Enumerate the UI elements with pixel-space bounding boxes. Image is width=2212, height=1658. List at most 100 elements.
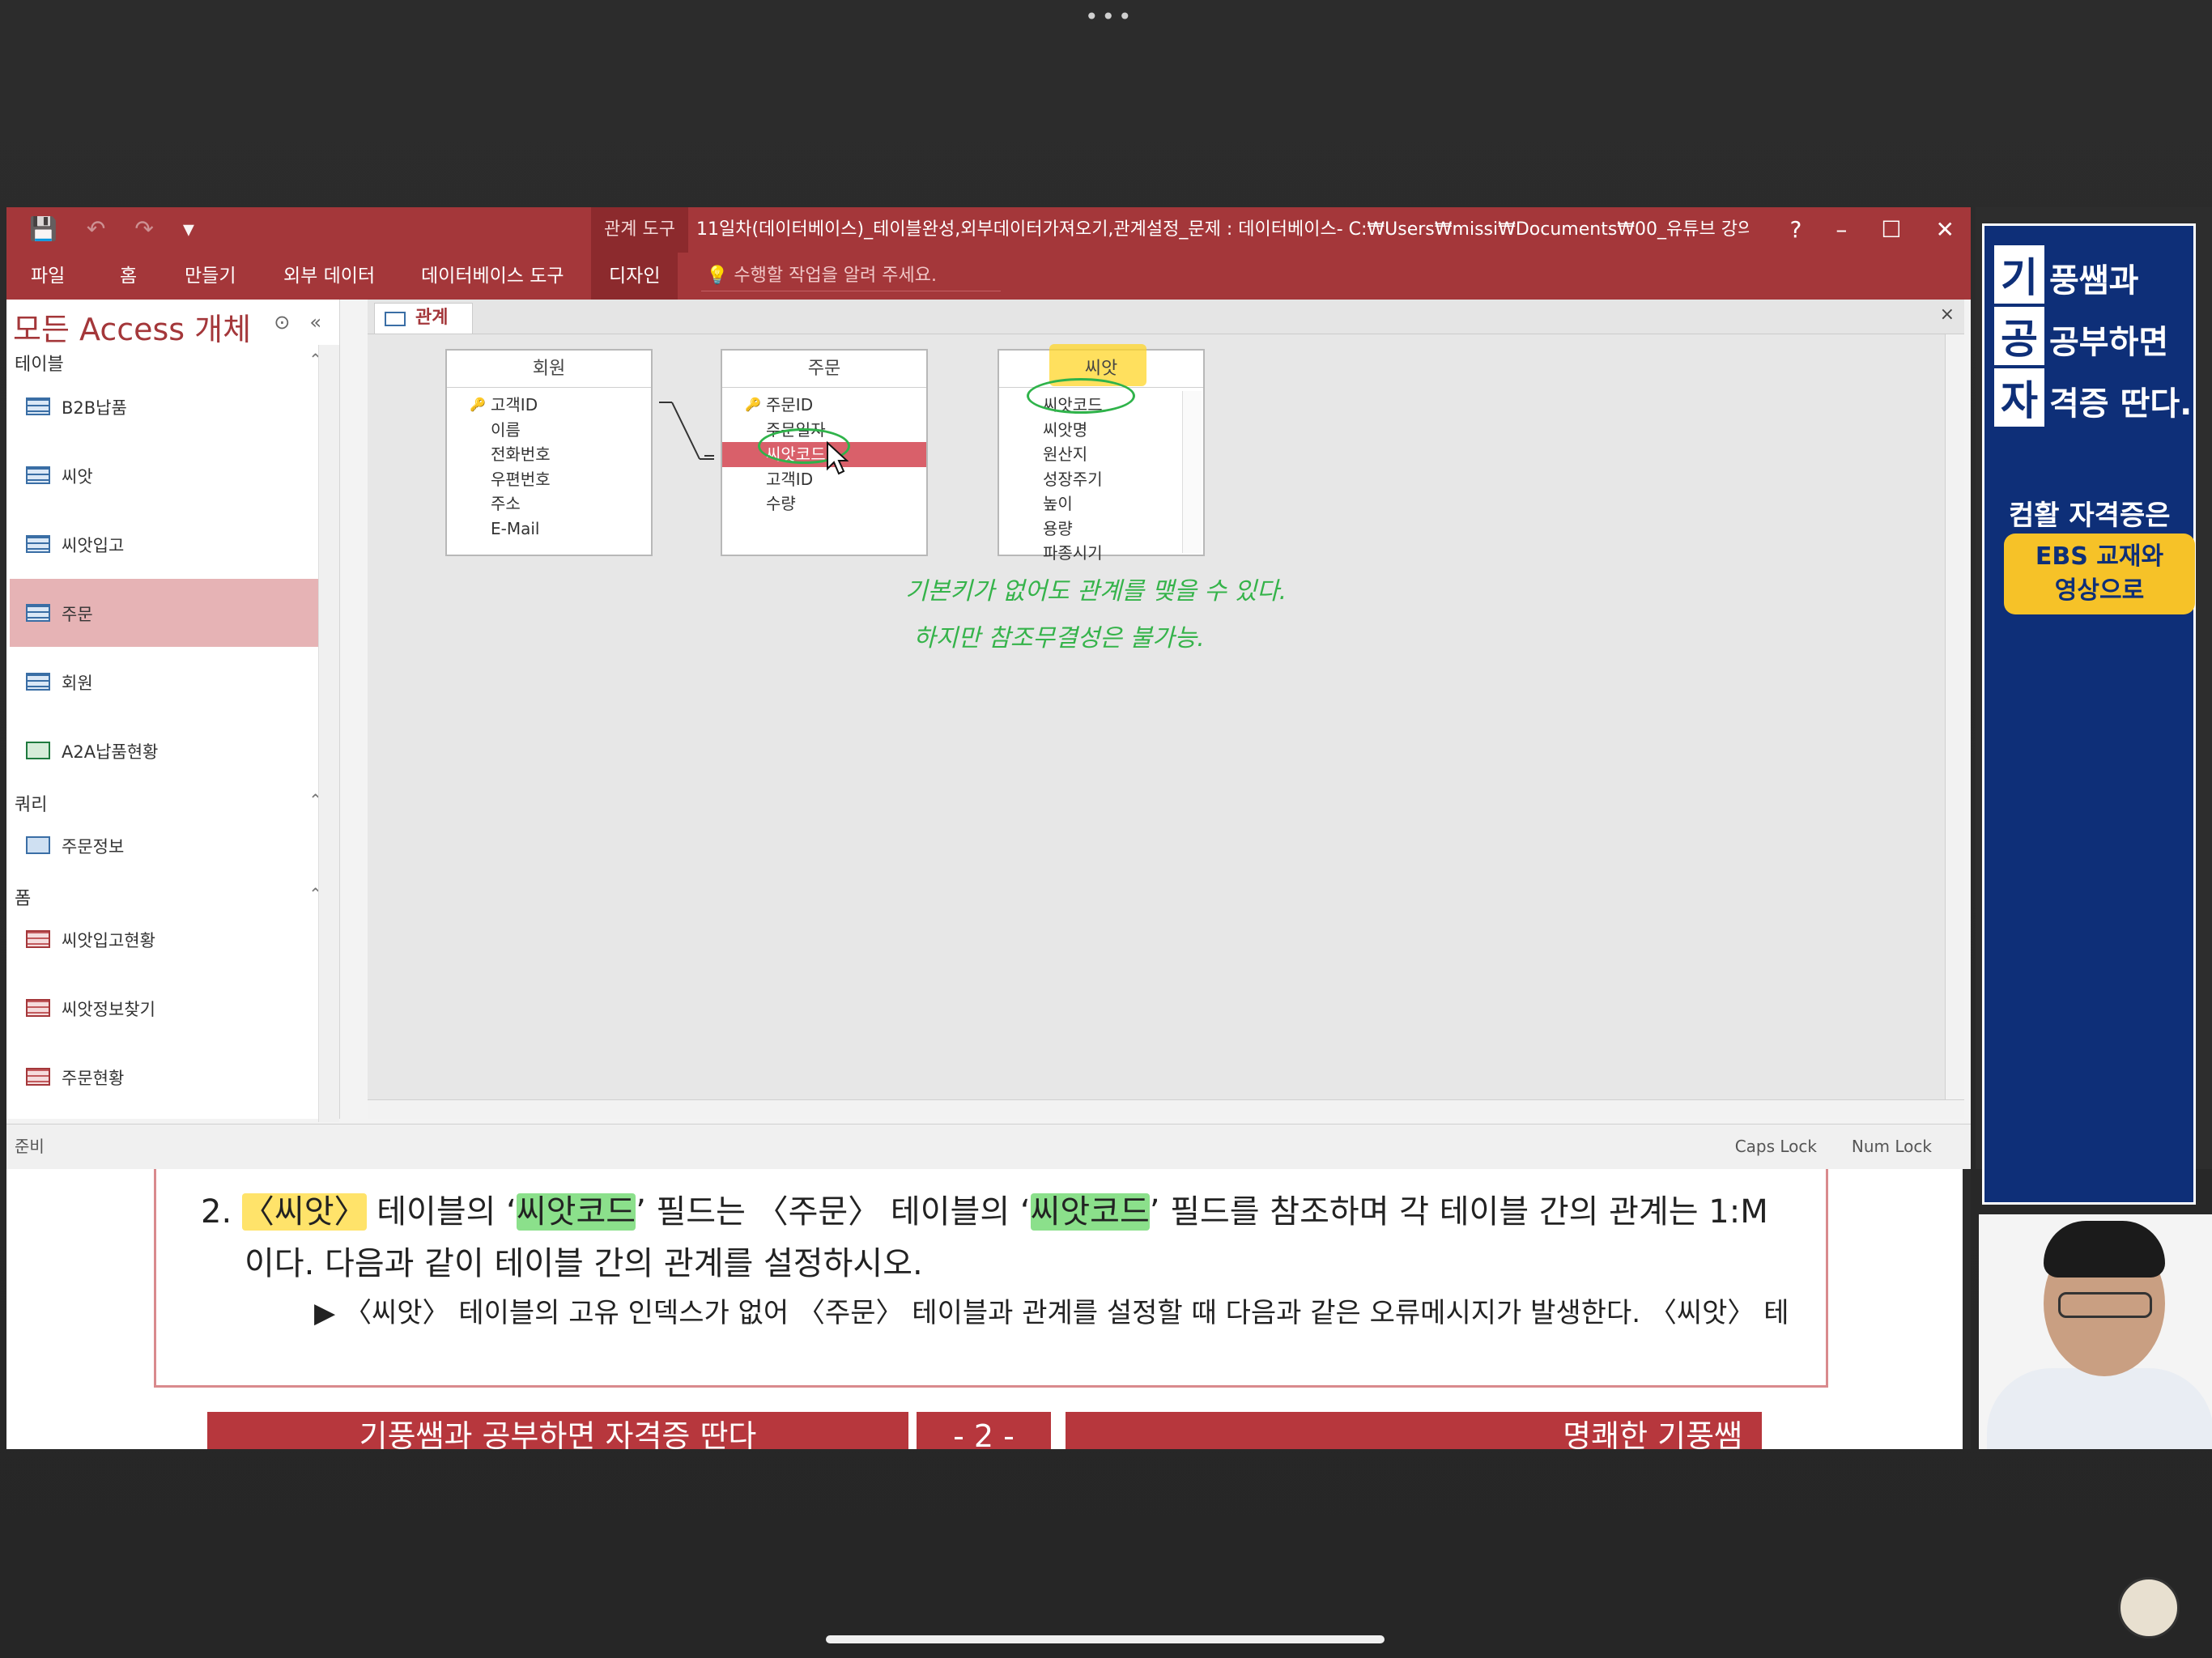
promo-text: 컴활 자격증은 — [2009, 500, 2171, 532]
presenter-body — [1987, 1368, 2212, 1449]
status-text: 준비 — [15, 1137, 45, 1156]
field-item[interactable]: 용량 — [999, 517, 1203, 542]
close-document-icon[interactable]: × — [1940, 304, 1955, 325]
help-button[interactable]: ? — [1790, 207, 1802, 253]
nav-item-seed[interactable]: 씨앗 — [10, 441, 338, 509]
nav-item-order-status[interactable]: 주문현황 — [10, 1043, 338, 1111]
tab-relationships[interactable]: 관계 — [374, 303, 474, 334]
field-item[interactable]: 고객ID — [447, 393, 651, 418]
nav-item-label: 주문현황 — [62, 1069, 125, 1088]
field-item[interactable]: 높이 — [999, 491, 1203, 517]
table-title[interactable]: 회원 — [447, 351, 651, 388]
nav-item-order-info[interactable]: 주문정보 — [10, 811, 338, 879]
presenter-hair — [2044, 1221, 2165, 1278]
nav-item-a2a[interactable]: A2A납품현황 — [10, 716, 338, 784]
caps-lock-indicator: Caps Lock — [1734, 1137, 1817, 1156]
relationship-line[interactable] — [654, 399, 719, 480]
nav-item-label: A2A납품현황 — [62, 742, 159, 762]
tab-home[interactable]: 홈 — [120, 253, 137, 300]
footer-brand: 명쾌한 기풍쌤 — [1066, 1412, 1762, 1449]
nav-item-order[interactable]: 주문 — [10, 579, 338, 647]
question-number: 2. — [201, 1193, 232, 1231]
table-member[interactable]: 회원 고객ID 이름 전화번호 우편번호 주소 E-Mail — [445, 349, 653, 556]
save-icon[interactable]: 💾 — [29, 215, 57, 242]
close-button[interactable]: ✕ — [1936, 207, 1955, 253]
field-list-scrollbar[interactable] — [1182, 391, 1202, 553]
undo-icon[interactable]: ↶ — [87, 215, 105, 242]
field-item[interactable]: 전화번호 — [447, 442, 651, 467]
tab-external-data[interactable]: 외부 데이터 — [283, 253, 375, 300]
nav-item-b2b[interactable]: B2B납품 — [10, 372, 338, 440]
num-lock-indicator: Num Lock — [1851, 1137, 1932, 1156]
nav-item-seed-stock-status[interactable]: 씨앗입고현황 — [10, 905, 338, 973]
slogan-line-1: 기 풍쌤과 — [1994, 245, 2138, 304]
status-bar: 준비 Caps Lock Num Lock — [6, 1124, 1971, 1169]
nav-item-label: 주문 — [62, 605, 93, 624]
nav-item-label: 씨앗 — [62, 467, 93, 487]
tab-file[interactable]: 파일 — [31, 253, 65, 300]
navigation-pane: 모든 Access 개체 ⊙ « 테이블 ⌃ B2B납품 씨앗 씨앗입고 주문 … — [6, 300, 340, 1122]
field-item[interactable]: 수량 — [722, 491, 926, 517]
field-item[interactable]: 씨앗명 — [999, 418, 1203, 443]
vertical-scrollbar[interactable] — [1945, 334, 1964, 1100]
field-item[interactable]: 원산지 — [999, 442, 1203, 467]
redo-icon[interactable]: ↷ — [134, 215, 153, 242]
handwritten-note: 하지만 참조무결성은 불가능. — [913, 624, 1205, 653]
minimize-button[interactable]: – — [1836, 207, 1847, 253]
query-icon — [26, 836, 50, 854]
relationships-canvas[interactable]: 회원 고객ID 이름 전화번호 우편번호 주소 E-Mail — [368, 334, 1964, 1119]
collapse-pane-icon[interactable]: « — [309, 311, 321, 334]
document-area: 관계 × 회원 고객ID 이름 전화번호 우편번호 주소 E-Mail — [368, 300, 1964, 1119]
window-title: 11일차(데이터베이스)_테이블완성,외부데이터가져오기,관계설정_문제 : 데… — [696, 219, 1749, 240]
tab-database-tools[interactable]: 데이터베이스 도구 — [421, 253, 564, 300]
promo-badge-line: EBS 교재와 — [2035, 542, 2164, 571]
footer-slogan: 기풍쌤과 공부하면 자격증 딴다 — [207, 1412, 908, 1449]
nav-pane-title[interactable]: 모든 Access 개체 — [13, 304, 251, 349]
promo-panel: 기 풍쌤과 공 공부하면 자 격증 딴다. 컴활 자격증은 EBS 교재와 영상으로 — [1976, 207, 2212, 1205]
field-item[interactable]: 성장주기 — [999, 467, 1203, 492]
horizontal-scrollbar[interactable] — [368, 1099, 1964, 1119]
channel-logo-icon — [2118, 1577, 2180, 1639]
nav-item-label: 주문정보 — [62, 837, 125, 857]
green-circle-annotation — [1027, 378, 1135, 414]
context-tool-label: 관계 도구 — [591, 207, 688, 253]
slogan-text: 격증 딴다. — [2049, 385, 2193, 423]
field-item[interactable]: 주문ID — [722, 393, 926, 418]
slogan-text: 공부하면 — [2049, 324, 2169, 361]
table-order[interactable]: 주문 주문ID 주문일자 씨앗코드 고객ID 수량 — [721, 349, 928, 556]
field-item[interactable]: 파종시기 — [999, 541, 1203, 566]
nav-item-label: 씨앗입고현황 — [62, 931, 155, 950]
field-item[interactable]: 고객ID — [722, 467, 926, 492]
promo-badge-line: 영상으로 — [2054, 576, 2145, 605]
table-icon — [26, 466, 50, 484]
maximize-button[interactable]: ☐ — [1881, 207, 1901, 253]
field-item[interactable]: 우편번호 — [447, 467, 651, 492]
tab-design[interactable]: 디자인 — [591, 253, 678, 300]
customize-qat-icon[interactable]: ▾ — [183, 215, 194, 242]
nav-item-member[interactable]: 회원 — [10, 648, 338, 716]
nav-item-label: 회원 — [62, 674, 93, 693]
question-text: ’ 필드를 참조하며 각 테이블 간의 관계는 1:M — [1149, 1193, 1768, 1231]
table-icon — [26, 397, 50, 415]
footer-page-number: - 2 - — [917, 1412, 1051, 1449]
question-text: ’ 필드는 〈주문〉 테이블의 ‘ — [636, 1193, 1031, 1231]
table-seed[interactable]: 씨앗 씨앗코드 씨앗명 원산지 성장주기 높이 용량 파종시기 — [998, 344, 1205, 563]
tell-me-input[interactable]: 💡 수행할 작업을 알려 주세요. — [701, 261, 1001, 291]
question-line-3: ▶ 〈씨앗〉 테이블의 고유 인덱스가 없어 〈주문〉 테이블과 관계를 설정할… — [314, 1290, 1789, 1330]
slogan-initial: 기 — [1994, 245, 2044, 304]
nav-item-seed-search[interactable]: 씨앗정보찾기 — [10, 974, 338, 1042]
field-item[interactable]: 이름 — [447, 418, 651, 443]
tab-create[interactable]: 만들기 — [185, 253, 236, 300]
promo-banner: 기 풍쌤과 공 공부하면 자 격증 딴다. 컴활 자격증은 EBS 교재와 영상으로 — [1982, 223, 2196, 1205]
nav-item-seed-stock[interactable]: 씨앗입고 — [10, 510, 338, 578]
nav-scrollbar[interactable] — [318, 345, 339, 1122]
table-icon — [26, 604, 50, 622]
field-item[interactable]: E-Mail — [447, 517, 651, 542]
field-item[interactable]: 주소 — [447, 491, 651, 517]
table-title[interactable]: 주문 — [722, 351, 926, 388]
title-bar: 💾 ↶ ↷ ▾ 관계 도구 11일차(데이터베이스)_테이블완성,외부데이터가져… — [6, 207, 1971, 253]
nav-search-icon[interactable]: ⊙ — [274, 311, 290, 334]
nav-item-label: 씨앗입고 — [62, 536, 125, 555]
multitask-dots[interactable]: ••• — [1085, 6, 1132, 28]
home-indicator[interactable] — [826, 1635, 1385, 1643]
